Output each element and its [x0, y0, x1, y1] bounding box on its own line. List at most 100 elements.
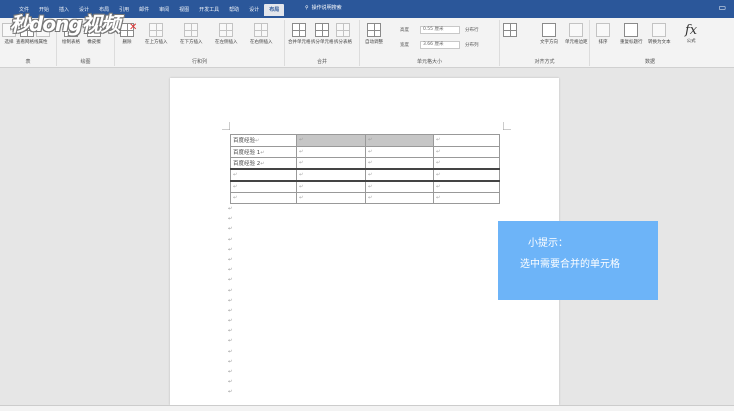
autofit-button[interactable]: 自动调整 [365, 23, 383, 45]
insert-below-button[interactable]: 在下方插入 [180, 23, 203, 45]
cell-end-mark: ↵ [368, 171, 373, 178]
cell-margins-icon [569, 23, 584, 37]
cell-end-mark: ↵ [436, 171, 441, 178]
text-direction-icon [542, 23, 556, 37]
insert-right-button[interactable]: 在右侧插入 [250, 23, 273, 45]
width-label: 宽度 [400, 43, 409, 48]
document-table[interactable]: 百度经验↵ ↵ ↵ ↵ 百度经验 1↵ ↵ ↵ ↵ 百度经验 2↵ ↵ ↵ ↵ ↵ ↵ ↵ ↵ ↵ ↵ ↵ ↵ ↵ ↵ ↵ ↵ [230, 134, 500, 204]
table-cell[interactable]: ↵ [365, 134, 434, 147]
tab-9[interactable]: 开发工具 [194, 4, 224, 16]
convert-to-text-button[interactable]: 转换为文本 [648, 23, 671, 45]
table-cell[interactable]: ↵ [230, 168, 297, 181]
split-table-icon [336, 23, 350, 37]
split-cells-button[interactable]: 拆分单元格 [311, 23, 334, 45]
sort-button[interactable]: 排序 [596, 23, 610, 45]
split-table-button[interactable]: 拆分表格 [334, 23, 352, 45]
height-label: 高度 [400, 28, 409, 33]
cell-end-mark: ↵ [368, 148, 373, 155]
table-cell[interactable]: ↵ [433, 179, 500, 193]
cell-end-mark: ↵ [299, 194, 304, 201]
insert-above-button[interactable]: 在上方插入 [145, 23, 168, 45]
paragraph-mark: ↵ [228, 267, 233, 274]
group-label-alignment: 对齐方式 [534, 59, 555, 65]
tab-8[interactable]: 视图 [174, 4, 194, 16]
tab-11[interactable]: 设计 [244, 4, 264, 16]
group-merge: 合并单元格 拆分单元格 拆分表格 合并 [285, 20, 360, 66]
height-input[interactable]: 0.55 厘米 [420, 26, 460, 34]
cell-end-mark: ↵ [260, 149, 265, 156]
formula-button[interactable]: fx 公式 [685, 23, 697, 44]
cell-end-mark: ↵ [233, 183, 238, 190]
crop-mark-icon [222, 122, 230, 130]
distribute-columns-button[interactable]: 分布列 [465, 42, 479, 48]
insert-right-icon [254, 23, 269, 37]
table-cell[interactable]: ↵ [365, 157, 434, 170]
table-cell[interactable]: ↵ [433, 157, 500, 170]
table-cell[interactable]: ↵ [296, 134, 366, 147]
merge-cells-button[interactable]: 合并单元格 [288, 23, 311, 45]
convert-text-icon [652, 23, 667, 37]
cell-end-mark: ↵ [436, 160, 441, 166]
width-input[interactable]: 3.66 厘米 [420, 41, 460, 49]
table-cell[interactable]: ↵ [433, 145, 500, 158]
window-control-icon[interactable]: ▭ [718, 3, 726, 12]
paragraph-mark: ↵ [228, 287, 233, 294]
table-cell[interactable]: ↵ [230, 179, 297, 193]
cell-end-mark: ↵ [436, 194, 441, 201]
table-cell[interactable]: ↵ [296, 179, 366, 193]
cell-text: 百度经验 1 [233, 149, 261, 156]
cell-end-mark: ↵ [255, 138, 260, 145]
cell-end-mark: ↵ [436, 183, 441, 190]
table-cell[interactable]: ↵ [365, 179, 434, 193]
table-cell[interactable]: 百度经验 1↵ [230, 145, 297, 158]
table-row: ↵ ↵ ↵ ↵ [230, 168, 500, 181]
paragraph-mark: ↵ [228, 338, 233, 345]
tab-12[interactable]: 布局 [264, 4, 285, 16]
cell-end-mark: ↵ [368, 160, 373, 166]
group-label-merge: 合并 [316, 59, 327, 65]
cell-end-mark: ↵ [299, 183, 304, 190]
tip-box: 小提示： 选中需要合并的单元格 [498, 221, 658, 300]
lightbulb-icon: ⚲ [305, 4, 309, 11]
table-cell[interactable]: ↵ [230, 191, 297, 204]
alignment-grid-button[interactable] [503, 23, 517, 39]
paragraph-mark: ↵ [228, 216, 233, 223]
insert-left-button[interactable]: 在左侧插入 [215, 23, 238, 45]
alignment-grid-icon [503, 23, 517, 37]
tab-6[interactable]: 邮件 [134, 4, 154, 16]
table-cell[interactable]: 百度经验↵ [230, 134, 297, 147]
paragraph-mark: ↵ [228, 369, 233, 375]
split-cells-icon [315, 23, 330, 37]
table-cell[interactable]: ↵ [365, 191, 434, 204]
paragraph-mark: ↵ [228, 348, 233, 355]
tell-me-search[interactable]: ⚲ 操作说明搜索 [305, 4, 342, 12]
tip-title: 小提示： [528, 238, 568, 249]
cell-end-mark: ↵ [299, 148, 304, 155]
text-direction-button[interactable]: 文字方向 [540, 23, 558, 45]
table-cell[interactable]: ↵ [365, 168, 434, 181]
table-row: ↵ ↵ ↵ ↵ [230, 179, 500, 193]
table-cell[interactable]: ↵ [365, 145, 434, 158]
cell-end-mark: ↵ [299, 137, 304, 144]
tab-10[interactable]: 帮助 [224, 4, 244, 16]
table-row: ↵ ↵ ↵ ↵ [230, 191, 500, 204]
table-cell[interactable]: ↵ [296, 191, 366, 204]
distribute-rows-button[interactable]: 分布行 [465, 27, 479, 33]
table-cell[interactable]: 百度经验 2↵ [230, 157, 297, 170]
tab-7[interactable]: 审阅 [154, 4, 174, 16]
delete-button[interactable]: ✕ 删除 [120, 22, 137, 45]
table-cell[interactable]: ↵ [296, 168, 366, 181]
table-cell[interactable]: ↵ [433, 168, 500, 181]
paragraph-mark: ↵ [228, 246, 233, 253]
group-label-cell-size: 单元格大小 [416, 59, 442, 65]
repeat-header-button[interactable]: 重复标题行 [620, 23, 643, 45]
cell-end-mark: ↵ [233, 194, 238, 201]
table-cell[interactable]: ↵ [433, 191, 500, 204]
table-cell[interactable]: ↵ [296, 145, 366, 158]
paragraph-mark: ↵ [228, 236, 233, 243]
delete-table-icon: ✕ [120, 22, 137, 37]
table-cell[interactable]: ↵ [296, 157, 366, 170]
paragraph-mark: ↵ [228, 256, 233, 263]
table-cell[interactable]: ↵ [433, 134, 500, 147]
cell-margins-button[interactable]: 单元格边距 [565, 23, 588, 45]
